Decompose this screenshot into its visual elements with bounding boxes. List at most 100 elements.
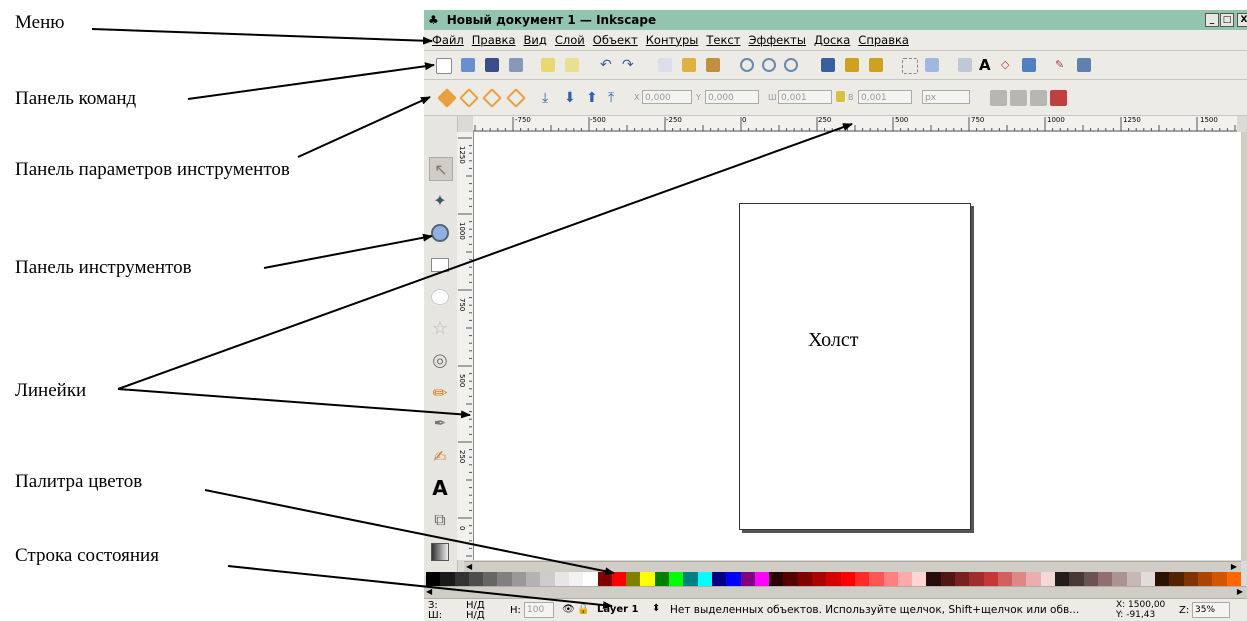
- palette-swatch[interactable]: [797, 572, 813, 586]
- scale-stroke-icon[interactable]: [990, 90, 1007, 106]
- palette-swatch[interactable]: [883, 572, 898, 586]
- redo-icon[interactable]: ↷: [622, 58, 636, 72]
- copy-icon[interactable]: [658, 58, 672, 72]
- w-input[interactable]: 0,001: [778, 90, 832, 104]
- menu-path[interactable]: Контуры: [646, 33, 699, 47]
- rotate-cw-icon[interactable]: [459, 88, 479, 108]
- scroll-left-icon[interactable]: ◀: [466, 562, 472, 571]
- layer-visibility-icon[interactable]: 👁: [562, 604, 575, 615]
- new-document-icon[interactable]: [436, 58, 452, 74]
- y-input[interactable]: 0,000: [705, 90, 759, 104]
- palette-swatch[interactable]: [640, 572, 655, 586]
- palette-swatch[interactable]: [1012, 572, 1027, 586]
- palette-swatch[interactable]: [683, 572, 698, 586]
- palette-swatch[interactable]: [840, 572, 855, 586]
- minimize-button[interactable]: _: [1205, 13, 1219, 27]
- save-icon[interactable]: [485, 58, 499, 72]
- palette-swatch[interactable]: [697, 572, 712, 586]
- zoom-selection-icon[interactable]: [740, 58, 754, 72]
- canvas[interactable]: Холст: [474, 132, 1241, 560]
- gradient-tool-icon[interactable]: [429, 541, 451, 563]
- palette-swatch[interactable]: [826, 572, 841, 586]
- open-icon[interactable]: [461, 58, 475, 72]
- palette-swatch[interactable]: [568, 572, 584, 586]
- lower-bottom-icon[interactable]: ⤓: [542, 90, 556, 106]
- palette-swatch[interactable]: [1212, 572, 1227, 586]
- palette-swatch[interactable]: [626, 572, 641, 586]
- palette-swatch[interactable]: [1069, 572, 1084, 586]
- star-tool-icon[interactable]: ☆: [429, 317, 451, 339]
- horizontal-ruler[interactable]: -750 -500 -250 0 250 500 750 1000 1250 1…: [473, 116, 1237, 133]
- opacity-input[interactable]: 100: [524, 602, 554, 618]
- palette-swatch[interactable]: [583, 572, 598, 586]
- palette-swatch[interactable]: [1083, 572, 1098, 586]
- palette-swatch[interactable]: [1097, 572, 1113, 586]
- palette-swatch[interactable]: [997, 572, 1013, 586]
- palette-swatch[interactable]: [912, 572, 927, 586]
- document-page[interactable]: Холст: [739, 203, 971, 530]
- palette-swatch[interactable]: [468, 572, 484, 586]
- palette-swatch[interactable]: [783, 572, 798, 586]
- palette-swatch[interactable]: [611, 572, 627, 586]
- palette-swatch[interactable]: [926, 572, 941, 586]
- palette-scroll-left-icon[interactable]: ◀: [426, 587, 432, 596]
- palette-swatch[interactable]: [540, 572, 555, 586]
- palette-swatch[interactable]: [497, 572, 512, 586]
- palette-swatch[interactable]: [483, 572, 498, 586]
- palette-swatch[interactable]: [1126, 572, 1141, 586]
- palette-swatch[interactable]: [526, 572, 541, 586]
- menu-effects[interactable]: Эффекты: [748, 33, 806, 47]
- menu-edit[interactable]: Правка: [472, 33, 516, 47]
- palette-swatch[interactable]: [969, 572, 984, 586]
- node-tool-icon[interactable]: ✦: [429, 189, 451, 211]
- palette-swatch[interactable]: [1198, 572, 1213, 586]
- palette-swatch[interactable]: [754, 572, 770, 586]
- zoom-drawing-icon[interactable]: [762, 58, 776, 72]
- palette-swatch[interactable]: [1155, 572, 1170, 586]
- palette-swatch[interactable]: [854, 572, 870, 586]
- palette-swatch[interactable]: [1226, 572, 1241, 586]
- layer-dropdown-icon[interactable]: ⬍: [652, 603, 660, 614]
- palette-swatch[interactable]: [440, 572, 455, 586]
- menu-object[interactable]: Объект: [593, 33, 638, 47]
- vertical-scrollbar[interactable]: [1241, 132, 1247, 561]
- menu-view[interactable]: Вид: [524, 33, 547, 47]
- pencil-tool-icon[interactable]: ✏: [429, 382, 451, 404]
- raise-icon[interactable]: ⬆: [586, 90, 600, 106]
- ungroup-icon[interactable]: [925, 58, 939, 72]
- palette-swatch[interactable]: [1026, 572, 1041, 586]
- text-font-icon[interactable]: A: [979, 56, 993, 74]
- h-input[interactable]: 0,001: [858, 90, 912, 104]
- palette-swatch[interactable]: [669, 572, 684, 586]
- palette-swatch[interactable]: [954, 572, 970, 586]
- calligraphy-tool-icon[interactable]: ✍: [429, 445, 451, 467]
- menu-file[interactable]: Файл: [432, 33, 464, 47]
- menu-layer[interactable]: Слой: [555, 33, 585, 47]
- palette-swatch[interactable]: [740, 572, 755, 586]
- stroke-indicator[interactable]: Н/Д: [466, 610, 485, 621]
- scroll-right-icon[interactable]: ▶: [1231, 562, 1237, 571]
- palette-swatch[interactable]: [554, 572, 569, 586]
- duplicate-icon[interactable]: [821, 58, 835, 72]
- palette-swatch[interactable]: [597, 572, 612, 586]
- ellipse-tool-icon[interactable]: [429, 286, 451, 308]
- undo-icon[interactable]: ↶: [600, 58, 614, 72]
- lower-icon[interactable]: ⬇: [564, 90, 578, 106]
- menu-text[interactable]: Текст: [706, 33, 740, 47]
- transform-gradients-icon[interactable]: [1030, 90, 1047, 106]
- import-icon[interactable]: [541, 58, 555, 72]
- unit-select[interactable]: px: [922, 90, 970, 104]
- close-button[interactable]: X: [1237, 13, 1247, 27]
- group-icon[interactable]: [902, 58, 918, 74]
- palette-swatch[interactable]: [454, 572, 469, 586]
- palette-swatch[interactable]: [897, 572, 913, 586]
- palette-swatch[interactable]: [812, 572, 827, 586]
- raise-top-icon[interactable]: ⤒: [608, 90, 622, 106]
- document-properties-icon[interactable]: [1077, 58, 1091, 72]
- palette-swatch[interactable]: [1169, 572, 1184, 586]
- palette-swatch[interactable]: [940, 572, 955, 586]
- xml-editor-icon[interactable]: ◇: [1001, 58, 1015, 72]
- scale-corners-icon[interactable]: [1010, 90, 1027, 106]
- zoom-input[interactable]: 35%: [1192, 602, 1230, 618]
- palette-swatch[interactable]: [1112, 572, 1127, 586]
